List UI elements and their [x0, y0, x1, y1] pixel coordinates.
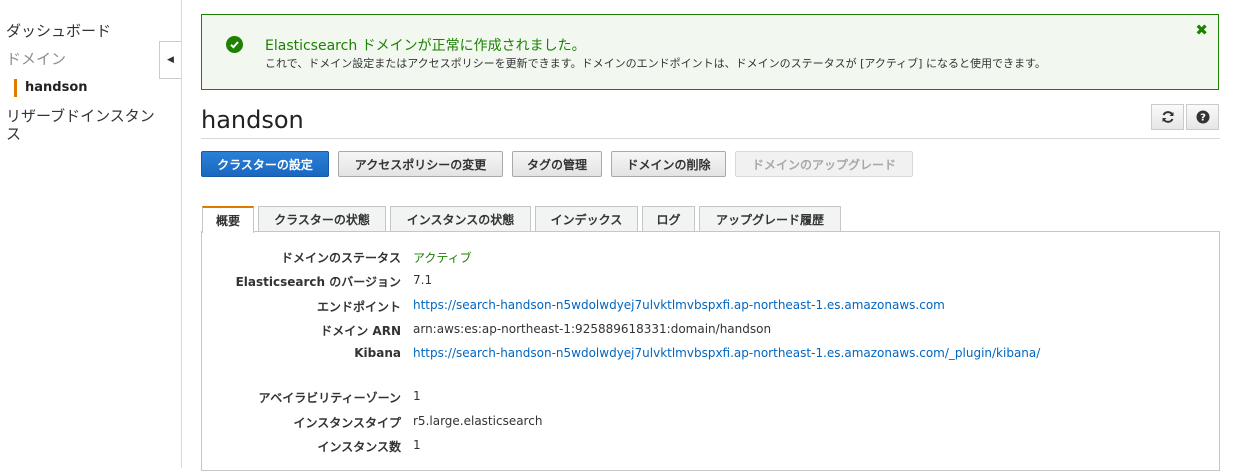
domain-arn-label: ドメイン ARN [320, 324, 401, 338]
page-title: handson [201, 106, 304, 134]
help-icon: ? [1196, 110, 1209, 124]
title-divider [201, 138, 1220, 139]
sidebar: ダッシュボード ドメイン handson リザーブドインスタンス ◀ [0, 0, 182, 468]
refresh-button[interactable] [1151, 104, 1184, 130]
endpoint-label: エンドポイント [316, 300, 401, 314]
svg-text:?: ? [1200, 113, 1206, 124]
check-circle-icon [226, 36, 243, 53]
success-flash: Elasticsearch ドメインが正常に作成されました。 これで、ドメイン設… [201, 14, 1219, 90]
tab-logs[interactable]: ログ [642, 206, 695, 232]
refresh-icon [1162, 111, 1173, 123]
instance-count-label: インスタンス数 [317, 440, 401, 454]
kibana-link[interactable]: https://search-handson-n5wdolwdyej7ulvkt… [413, 346, 1040, 360]
instance-type-label: インスタンスタイプ [293, 416, 401, 430]
tab-instance-health[interactable]: インスタンスの状態 [390, 206, 531, 232]
tab-cluster-health[interactable]: クラスターの状態 [258, 206, 386, 232]
manage-tags-button[interactable]: タグの管理 [512, 151, 602, 177]
configure-cluster-button[interactable]: クラスターの設定 [201, 151, 329, 177]
flash-title: Elasticsearch ドメインが正常に作成されました。 [265, 38, 586, 54]
es-version-label: Elasticsearch のバージョン [235, 275, 401, 289]
instance-type-value: r5.large.elasticsearch [413, 414, 543, 428]
domain-arn-value: arn:aws:es:ap-northeast-1:925889618331:d… [413, 322, 772, 336]
availability-zones-value: 1 [413, 389, 421, 403]
domain-status-value: アクティブ [413, 251, 472, 265]
caret-left-icon: ◀ [167, 55, 174, 65]
sidebar-item-handson[interactable]: handson [14, 79, 88, 97]
modify-access-policy-button[interactable]: アクセスポリシーの変更 [338, 151, 503, 177]
upgrade-domain-button[interactable]: ドメインのアップグレード [735, 151, 913, 177]
domain-status-label: ドメインのステータス [280, 251, 401, 265]
help-button[interactable]: ? [1186, 104, 1219, 130]
es-version-value: 7.1 [413, 273, 433, 287]
tab-indices[interactable]: インデックス [535, 206, 638, 232]
instance-count-value: 1 [413, 438, 421, 452]
sidebar-item-dashboard[interactable]: ダッシュボード [6, 22, 111, 40]
tab-upgrade-history[interactable]: アップグレード履歴 [699, 206, 841, 232]
sidebar-item-reserved-instances[interactable]: リザーブドインスタンス [6, 107, 156, 143]
sidebar-item-domains[interactable]: ドメイン [6, 50, 66, 68]
endpoint-link[interactable]: https://search-handson-n5wdolwdyej7ulvkt… [413, 298, 945, 312]
tab-overview[interactable]: 概要 [202, 206, 254, 233]
close-icon[interactable]: ✖ [1195, 21, 1208, 39]
flash-message: これで、ドメイン設定またはアクセスポリシーを更新できます。ドメインのエンドポイン… [265, 57, 1046, 70]
collapse-sidebar-button[interactable]: ◀ [159, 41, 181, 79]
delete-domain-button[interactable]: ドメインの削除 [611, 151, 726, 177]
kibana-label: Kibana [354, 346, 401, 360]
availability-zones-label: アベイラビリティーゾーン [258, 391, 401, 405]
